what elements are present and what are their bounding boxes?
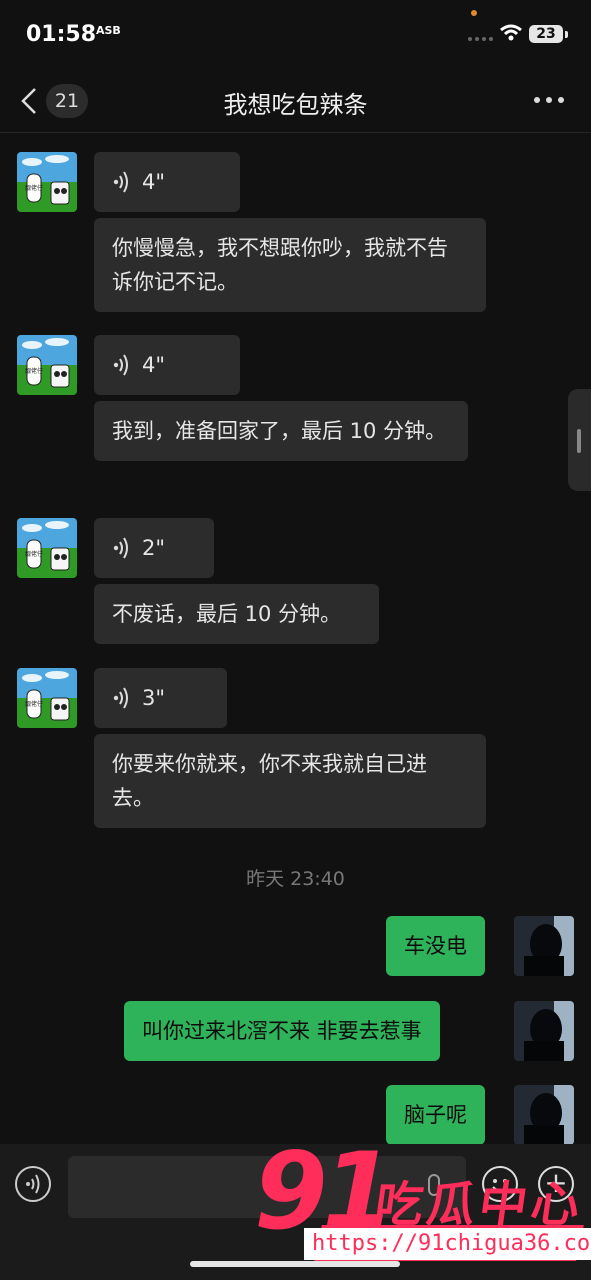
wifi-icon [500, 24, 522, 41]
message-timestamp: 昨天 23:40 [246, 868, 345, 890]
watermark-text: 吃瓜中心 [371, 1177, 588, 1233]
my-avatar[interactable] [514, 1085, 574, 1145]
voice-wave-icon [113, 537, 128, 559]
scroll-handle[interactable] [568, 389, 591, 491]
text-message[interactable]: 你要来你就来，你不来我就自己进去。 [94, 734, 486, 828]
contact-avatar[interactable]: 靓佬仔 [17, 668, 77, 728]
home-indicator[interactable] [190, 1261, 400, 1267]
text-message[interactable]: 不废话，最后 10 分钟。 [94, 584, 379, 644]
text-message[interactable]: 我到，准备回家了，最后 10 分钟。 [94, 401, 468, 461]
my-avatar[interactable] [514, 1001, 574, 1061]
voice-message[interactable]: 3" [94, 668, 227, 728]
svg-text:靓佬仔: 靓佬仔 [25, 700, 43, 708]
chat-header: 21 我想吃包辣条 [0, 70, 591, 133]
svg-text:靓佬仔: 靓佬仔 [25, 550, 43, 558]
privacy-indicator [471, 10, 477, 16]
battery-tip [565, 31, 568, 38]
outgoing-message[interactable]: 车没电 [386, 916, 485, 976]
outgoing-message[interactable]: 叫你过来北滘不来 非要去惹事 [124, 1001, 440, 1061]
voice-message[interactable]: 2" [94, 518, 214, 578]
voice-message[interactable]: 4" [94, 152, 240, 212]
outgoing-message[interactable]: 脑子呢 [386, 1085, 485, 1145]
chat-title: 我想吃包辣条 [223, 91, 368, 119]
voice-wave-icon [113, 687, 128, 709]
contact-avatar[interactable]: 靓佬仔 [17, 518, 77, 578]
voice-wave-icon [113, 171, 128, 193]
more-options-icon[interactable] [534, 97, 566, 105]
voice-duration: 4" [142, 353, 166, 377]
status-mini-label: ASB [96, 24, 121, 37]
text-message[interactable]: 你慢慢急，我不想跟你吵，我就不告诉你记不记。 [94, 218, 486, 312]
svg-text:靓佬仔: 靓佬仔 [25, 184, 43, 192]
watermark-url: https://91chigua36.com [304, 1228, 591, 1260]
voice-duration: 4" [142, 170, 166, 194]
voice-duration: 2" [142, 536, 166, 560]
battery-indicator: 23 [529, 25, 563, 43]
status-time: 01:58 [26, 22, 97, 47]
contact-avatar[interactable]: 靓佬仔 [17, 152, 77, 212]
voice-duration: 3" [142, 686, 166, 710]
voice-message[interactable]: 4" [94, 335, 240, 395]
svg-text:靓佬仔: 靓佬仔 [25, 367, 43, 375]
voice-input-toggle-icon[interactable] [15, 1166, 51, 1202]
voice-wave-icon [113, 354, 128, 376]
cellular-signal-icon [468, 37, 494, 43]
my-avatar[interactable] [514, 916, 574, 976]
contact-avatar[interactable]: 靓佬仔 [17, 335, 77, 395]
status-bar: 01:58 ASB 23 [0, 0, 591, 70]
